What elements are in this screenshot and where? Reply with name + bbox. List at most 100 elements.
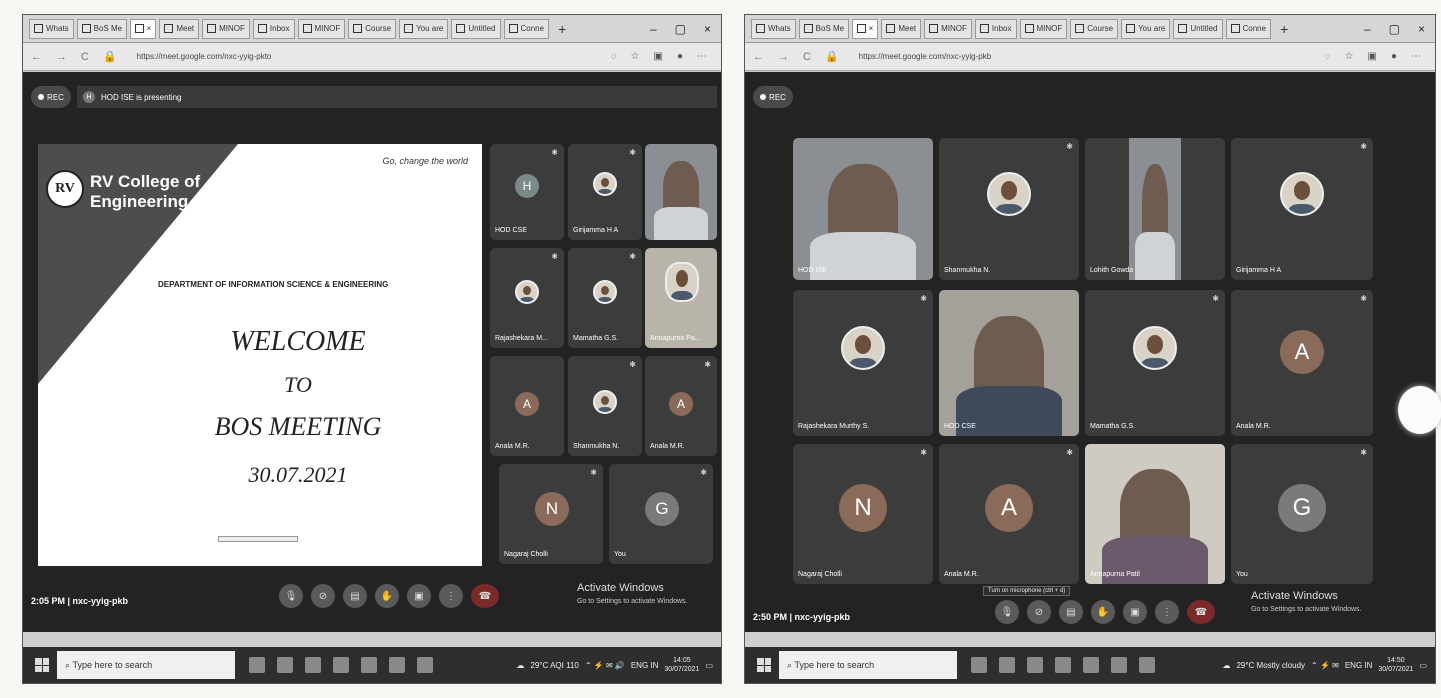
tray-icons[interactable]: ⌃ ⚡ ✉ [1311,661,1339,670]
participant-tile[interactable]: ✱ Shanmukha N. [939,138,1079,280]
participant-tile[interactable]: ✱ N Nagaraj Cholli [499,464,603,564]
taskbar-search[interactable]: ⌕ Type here to search [57,651,235,679]
participant-tile[interactable]: ✱ H HOD CSE [490,144,564,240]
browser-tab-active[interactable]: × [851,18,879,39]
participant-tile[interactable]: ✱ G You [1231,444,1373,584]
maximize-icon[interactable]: ▢ [1389,22,1400,36]
browser-tab[interactable]: MINOF [1019,18,1068,39]
participant-tile[interactable]: ✱ N Nagaraj Cholli [793,444,933,584]
participant-tile[interactable]: ✱ A Anala M.R. [939,444,1079,584]
windows-start-icon[interactable] [757,658,771,672]
store-icon[interactable] [1055,657,1071,673]
cortana-icon[interactable] [971,657,987,673]
pin-icon[interactable]: ✱ [590,468,597,477]
end-call-button[interactable]: ☎ [471,584,499,608]
camera-off-icon[interactable]: ⊘ [311,584,335,608]
tray-icons[interactable]: ⌃ ⚡ ✉ 🔊 [585,661,625,670]
pin-icon[interactable]: ✱ [629,360,636,369]
participant-video[interactable]: Annapurna Patil [1085,444,1225,584]
cortana-icon[interactable] [249,657,265,673]
participant-tile[interactable]: ✱ Mamatha G.S. [568,248,642,348]
pin-icon[interactable]: ✱ [704,360,711,369]
participant-tile[interactable]: ✱ Girijamma H A [568,144,642,240]
participant-tile[interactable]: A Anala M.R. [490,356,564,456]
file-explorer-icon[interactable] [305,657,321,673]
windows-start-icon[interactable] [35,658,49,672]
collections-icon[interactable]: ▣ [654,51,663,62]
pin-icon[interactable]: ✱ [920,448,927,457]
browser-tab[interactable]: MINOF [297,18,346,39]
participant-tile[interactable]: ✱ Rajashekara Murthy S. [793,290,933,436]
browser-tab[interactable]: Meet [159,18,200,39]
participant-tile[interactable]: ✱ Shanmukha N. [568,356,642,456]
end-call-button[interactable]: ☎ [1187,600,1215,624]
clock[interactable]: 14:05 30/07/2021 [664,656,699,674]
browser-tab[interactable]: You are [399,18,449,39]
browser-tab[interactable]: MINOF [924,18,972,39]
mic-off-icon[interactable]: 🎙 [995,600,1019,624]
browser-tab[interactable]: BoS Me [76,18,127,39]
minimize-icon[interactable]: – [650,22,657,36]
browser-tab[interactable]: Conne [503,18,550,39]
task-view-icon[interactable] [999,657,1015,673]
browser-tab[interactable]: Course [348,18,397,39]
read-aloud-icon[interactable]: ◌ [1325,51,1331,62]
participant-tile[interactable]: ✱ G You [609,464,713,564]
taskbar-search[interactable]: ⌕ Type here to search [779,651,957,679]
collections-icon[interactable]: ▣ [1368,51,1377,62]
clock[interactable]: 14:50 30/07/2021 [1378,656,1413,674]
back-icon[interactable]: ← [31,51,42,63]
edge-icon[interactable] [389,657,405,673]
participant-tile[interactable]: ✱ A Anala M.R. [1231,290,1373,436]
pin-icon[interactable]: ✱ [1360,142,1367,151]
participant-video[interactable] [645,144,717,240]
mail-icon[interactable] [1083,657,1099,673]
slide-toolbar[interactable] [218,536,298,542]
notification-icon[interactable]: ▭ [705,661,713,670]
weather-text[interactable]: 29°C Mostly cloudy [1236,661,1305,670]
close-window-icon[interactable]: × [704,22,711,36]
browser-tab[interactable]: MINOF [202,18,250,39]
pin-icon[interactable]: ✱ [1212,294,1219,303]
raise-hand-icon[interactable]: ✋ [375,584,399,608]
profile-icon[interactable]: ● [677,51,683,62]
app-icon[interactable] [417,657,433,673]
pin-icon[interactable]: ✱ [1066,448,1073,457]
pin-icon[interactable]: ✱ [1066,142,1073,151]
camera-off-icon[interactable]: ⊘ [1027,600,1051,624]
raise-hand-icon[interactable]: ✋ [1091,600,1115,624]
weather-icon[interactable]: ☁ [1222,661,1230,670]
captions-icon[interactable]: ▤ [1059,600,1083,624]
browser-tab[interactable]: You are [1121,18,1171,39]
pin-icon[interactable]: ✱ [551,148,558,157]
pin-icon[interactable]: ✱ [629,148,636,157]
url-field[interactable]: https://meet.google.com/nxc-yyig-pkto [137,52,272,61]
browser-tab[interactable]: Whats [29,18,74,39]
browser-tab[interactable]: BoS Me [798,18,849,39]
language-indicator[interactable]: ENG IN [631,661,659,670]
forward-icon[interactable]: → [56,51,67,63]
pin-icon[interactable]: ✱ [700,468,707,477]
browser-tab[interactable]: Course [1070,18,1119,39]
menu-icon[interactable]: ⋯ [1411,51,1421,62]
back-icon[interactable]: ← [753,51,764,63]
pin-icon[interactable]: ✱ [629,252,636,261]
browser-tab[interactable]: Inbox [252,18,295,39]
browser-tab[interactable]: Untitled [1173,18,1223,39]
favorite-icon[interactable]: ☆ [1345,51,1354,62]
file-explorer-icon[interactable] [1027,657,1043,673]
participant-tile[interactable]: ✱ A Anala M.R. [645,356,717,456]
minimize-icon[interactable]: – [1364,22,1371,36]
participant-video[interactable]: HOD ISE [793,138,933,280]
close-window-icon[interactable]: × [1418,22,1425,36]
close-icon[interactable]: × [869,24,874,33]
maximize-icon[interactable]: ▢ [675,22,686,36]
participant-video[interactable]: Annapurna Pa... [645,248,717,348]
store-icon[interactable] [333,657,349,673]
browser-tab-active[interactable]: × [129,18,157,39]
more-options-icon[interactable]: ⋮ [1155,600,1179,624]
browser-tab[interactable]: Inbox [974,18,1017,39]
mail-icon[interactable] [361,657,377,673]
present-icon[interactable]: ▣ [1123,600,1147,624]
more-options-icon[interactable]: ⋮ [439,584,463,608]
